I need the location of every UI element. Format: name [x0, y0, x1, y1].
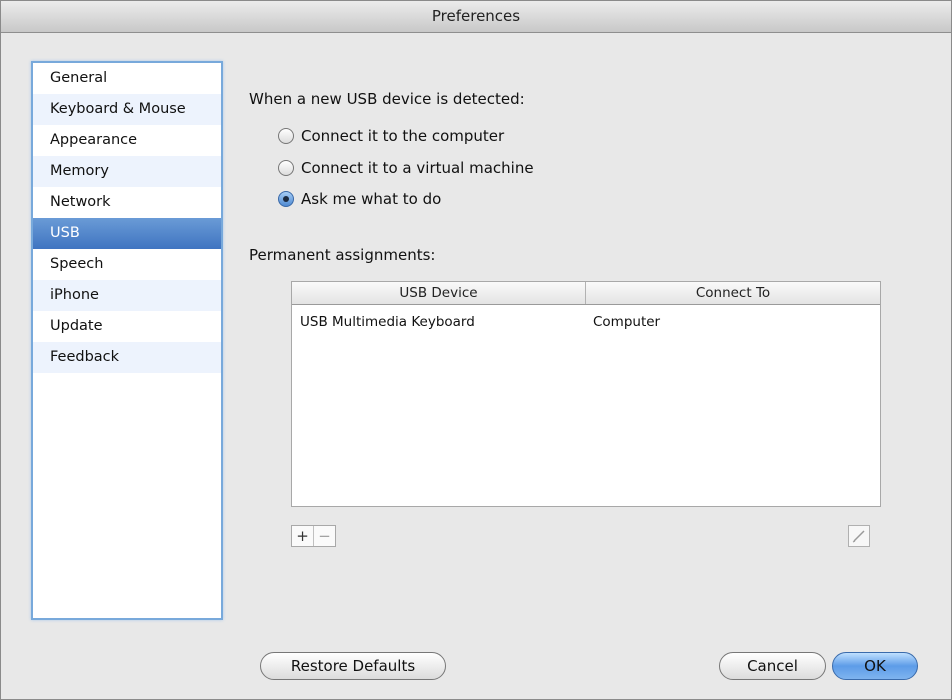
preferences-window: Preferences General Keyboard & Mouse App…	[0, 0, 952, 700]
sidebar-item-network[interactable]: Network	[33, 187, 221, 218]
sidebar-item-general[interactable]: General	[33, 63, 221, 94]
sidebar-item-memory[interactable]: Memory	[33, 156, 221, 187]
radio-label: Ask me what to do	[301, 190, 442, 208]
restore-defaults-button[interactable]: Restore Defaults	[260, 652, 446, 680]
table-buttons: + −	[291, 525, 336, 547]
pencil-icon	[852, 530, 865, 543]
add-assignment-button[interactable]: +	[292, 526, 313, 546]
sidebar-item-appearance[interactable]: Appearance	[33, 125, 221, 156]
radio-connect-virtual-machine[interactable]: Connect it to a virtual machine	[278, 157, 534, 179]
permanent-assignments-label: Permanent assignments:	[249, 246, 436, 264]
edit-assignment-button[interactable]	[848, 525, 870, 547]
usb-detect-heading: When a new USB device is detected:	[249, 90, 525, 108]
radio-label: Connect it to a virtual machine	[301, 159, 534, 177]
cell-usb-device: USB Multimedia Keyboard	[300, 314, 475, 330]
table-header: USB Device Connect To	[292, 282, 880, 305]
window-title: Preferences	[1, 1, 951, 33]
usb-assignments-table[interactable]: USB Device Connect To USB Multimedia Key…	[291, 281, 881, 507]
ok-button[interactable]: OK	[832, 652, 918, 680]
sidebar-item-feedback[interactable]: Feedback	[33, 342, 221, 373]
cell-connect-to: Computer	[593, 314, 661, 330]
radio-button[interactable]	[278, 160, 294, 176]
sidebar-item-keyboard-mouse[interactable]: Keyboard & Mouse	[33, 94, 221, 125]
table-row[interactable]: USB Multimedia Keyboard Computer	[292, 305, 880, 339]
radio-button[interactable]	[278, 128, 294, 144]
sidebar-item-iphone[interactable]: iPhone	[33, 280, 221, 311]
radio-connect-computer[interactable]: Connect it to the computer	[278, 125, 504, 147]
column-header-usb-device[interactable]: USB Device	[292, 282, 586, 304]
sidebar-item-speech[interactable]: Speech	[33, 249, 221, 280]
remove-assignment-button[interactable]: −	[313, 526, 335, 546]
sidebar: General Keyboard & Mouse Appearance Memo…	[31, 61, 223, 620]
radio-ask-me[interactable]: Ask me what to do	[278, 188, 441, 210]
radio-label: Connect it to the computer	[301, 127, 505, 145]
column-header-connect-to[interactable]: Connect To	[586, 282, 880, 304]
cancel-button[interactable]: Cancel	[719, 652, 826, 680]
sidebar-item-update[interactable]: Update	[33, 311, 221, 342]
sidebar-item-usb[interactable]: USB	[33, 218, 221, 249]
radio-button-selected[interactable]	[278, 191, 294, 207]
